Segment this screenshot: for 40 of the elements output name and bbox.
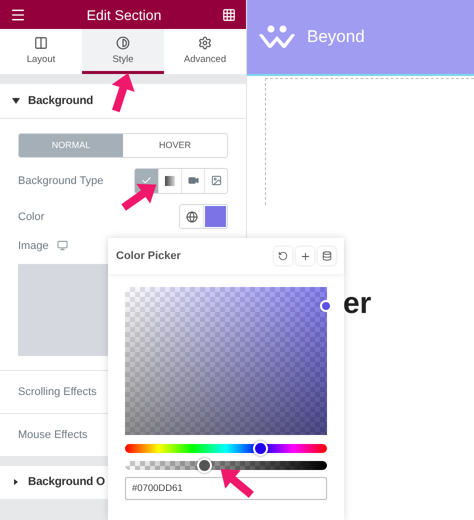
hex-input[interactable]: #0700DD61 [125,477,327,500]
field-label: Color [18,210,44,223]
picker-title: Color Picker [116,250,181,262]
panel-tab[interactable]: Layout [0,29,82,74]
stack-button[interactable] [318,247,336,265]
logo-text: Beyond [307,27,365,47]
panel-title: Edit Section [86,6,162,23]
globe-icon [186,210,198,223]
caret-right-icon[interactable] [12,479,20,486]
caret-down-icon[interactable] [12,98,20,104]
contrast-icon [116,36,130,50]
apps-grid-icon[interactable] [222,8,236,22]
add-button[interactable] [296,247,314,265]
saturation-handle[interactable] [320,300,332,312]
alpha-handle[interactable] [196,458,212,473]
gradient-icon [165,176,175,186]
image-icon [210,175,222,186]
section-title: Background O [28,476,105,488]
color-swatch[interactable] [205,206,226,228]
monitor-icon[interactable] [56,240,68,252]
section-title: Background [28,95,94,108]
columns-icon [34,36,48,50]
plus-icon [300,250,310,262]
field-label: Background Type [18,174,104,187]
global-colors-button[interactable] [180,205,204,228]
menu-icon[interactable] [10,6,26,23]
field-label: Image [18,240,49,252]
alpha-slider[interactable] [125,461,327,470]
logo-icon [257,25,297,49]
hue-slider[interactable] [125,444,327,453]
reset-icon [278,251,288,261]
background-type-button[interactable] [204,168,227,193]
panel-tab[interactable]: Style [82,29,164,74]
panel-tab[interactable]: Advanced [164,29,246,74]
reset-button[interactable] [274,247,292,265]
video-icon [188,175,198,186]
hue-handle[interactable] [253,441,268,456]
page-heading: er [343,287,372,321]
stack-icon [322,251,332,261]
gear-icon [198,36,212,50]
